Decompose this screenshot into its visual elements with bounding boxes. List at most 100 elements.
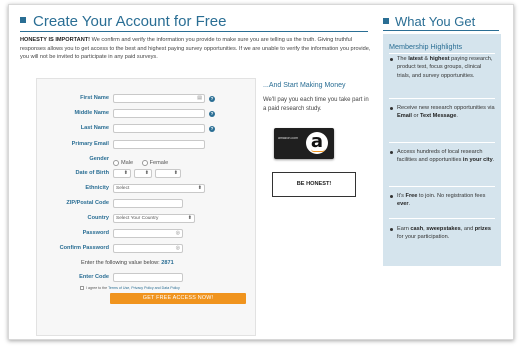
dob-day-select[interactable]: ⬍ — [134, 169, 152, 178]
sidebar-title-text: What You Get — [395, 14, 476, 29]
highlights-heading: Membership Highlights — [389, 42, 463, 51]
item-bold: Email — [397, 113, 412, 120]
separator — [389, 142, 495, 143]
page-title: Create Your Account for Free — [20, 13, 226, 30]
highlight-item: Receive new research opportunities via E… — [390, 104, 495, 121]
separator — [389, 53, 495, 54]
primary-email-input[interactable] — [113, 140, 205, 149]
last-name-label: Last Name — [80, 125, 109, 131]
separator — [389, 186, 495, 187]
item-text: . — [408, 201, 411, 208]
item-text: , and — [460, 226, 475, 232]
enter-code-input[interactable] — [113, 273, 183, 282]
separator — [389, 218, 495, 219]
page-title-text: Create Your Account for Free — [33, 13, 227, 30]
item-bold: sweepstakes — [426, 226, 461, 232]
square-bullet-icon — [20, 17, 26, 24]
item-text: . — [456, 113, 458, 120]
item-text: It's — [397, 193, 406, 199]
eye-icon[interactable]: ◎ — [176, 230, 180, 237]
item-bold: highest — [429, 56, 450, 62]
zip-label: ZIP/Postal Code — [66, 200, 109, 206]
ethnicity-value: Select — [116, 186, 130, 191]
separator — [389, 98, 495, 99]
amazon-smile-icon — [311, 149, 325, 152]
item-text: The — [397, 56, 409, 62]
first-name-input[interactable]: ▤ — [113, 94, 205, 103]
item-bold: latest — [408, 56, 423, 62]
password-input[interactable]: ◎ — [113, 229, 183, 238]
item-text: & — [422, 56, 430, 62]
primary-email-label: Primary Email — [71, 141, 109, 147]
highlight-item: The latest & highest paying research, pr… — [390, 55, 495, 80]
password-label: Password — [82, 230, 109, 236]
enter-code-label: Enter Code — [79, 274, 109, 280]
item-bold: in your city — [462, 157, 493, 164]
gender-label: Gender — [89, 156, 109, 162]
captcha-instruction-text: Enter the following value below: — [81, 260, 160, 266]
confirm-password-input[interactable]: ◎ — [113, 244, 183, 253]
title-divider — [20, 31, 368, 32]
square-bullet-icon — [383, 17, 389, 24]
promo-title: ...And Start Making Money — [263, 82, 346, 89]
highlight-item: Earn cash, sweepstakes, and prizes for y… — [390, 225, 495, 242]
item-text: Earn — [397, 226, 411, 232]
terms-checkbox[interactable] — [80, 286, 84, 291]
dob-year-select[interactable]: ⬍ — [155, 169, 181, 178]
item-text: . — [492, 157, 495, 164]
item-text: to join. No registration fees — [417, 193, 486, 199]
help-icon[interactable]: ? — [209, 96, 215, 102]
chevron-down-icon: ⬍ — [197, 185, 202, 191]
sidebar-divider — [383, 30, 499, 31]
middle-name-label: Middle Name — [74, 110, 109, 116]
chevron-down-icon: ⬍ — [144, 170, 149, 176]
item-text: or — [411, 113, 421, 120]
item-bold: Text Message — [420, 113, 457, 120]
gender-female-label: Female — [149, 159, 169, 166]
last-name-input[interactable] — [113, 124, 205, 133]
captcha-instruction: Enter the following value below: 2871 — [81, 260, 174, 266]
confirm-password-label: Confirm Password — [59, 245, 109, 251]
contact-card-icon: ▤ — [197, 95, 202, 101]
dob-label: Date of Birth — [75, 170, 109, 176]
gender-female-radio[interactable] — [141, 159, 148, 166]
country-label: Country — [87, 215, 109, 221]
terms-agreement: I agree to the Terms of Use, Privacy Pol… — [80, 286, 180, 291]
gender-male-radio[interactable] — [113, 159, 119, 166]
chevron-down-icon: ⬍ — [187, 215, 192, 221]
highlight-item: Access hundreds of local research facili… — [390, 148, 495, 165]
ethnicity-label: Ethnicity — [85, 185, 109, 191]
first-name-label: First Name — [80, 95, 109, 101]
captcha-code: 2871 — [161, 260, 174, 266]
item-bold: Free — [405, 193, 418, 199]
intro-bold: HONESTY IS IMPORTANT! — [20, 37, 91, 43]
be-honest-button[interactable]: BE HONEST! — [272, 172, 356, 197]
help-icon[interactable]: ? — [209, 111, 215, 117]
item-text: Receive new research opportunities via — [397, 105, 495, 111]
highlight-item: It's Free to join. No registration fees … — [390, 192, 495, 209]
membership-highlights-panel: Membership Highlights The latest & highe… — [383, 34, 501, 266]
amazon-gift-card-image: amazon.com a — [274, 128, 334, 159]
item-text: for your participation. — [397, 234, 450, 241]
dob-month-select[interactable]: ⬍ — [113, 169, 131, 178]
intro-paragraph: HONESTY IS IMPORTANT! We confirm and ver… — [20, 36, 372, 62]
ethnicity-select[interactable]: Select ⬍ — [113, 184, 205, 193]
middle-name-input[interactable] — [113, 109, 205, 118]
terms-links[interactable]: Terms of Use, Privacy Policy and Data Po… — [108, 286, 180, 290]
agree-prefix: I agree to the — [86, 286, 108, 290]
country-value: Select Your Country — [116, 216, 159, 221]
item-bold: cash — [410, 226, 424, 232]
chevron-down-icon: ⬍ — [123, 170, 128, 176]
chevron-down-icon: ⬍ — [173, 170, 178, 176]
help-icon[interactable]: ? — [209, 126, 215, 132]
gift-card-text: amazon.com — [278, 136, 299, 140]
item-bold: ever — [397, 201, 409, 208]
eye-icon[interactable]: ◎ — [176, 245, 180, 252]
zip-input[interactable] — [113, 199, 183, 208]
get-free-access-button[interactable]: GET FREE ACCESS NOW! — [110, 293, 246, 304]
item-bold: prizes — [474, 226, 491, 232]
sidebar-title: What You Get — [383, 14, 475, 29]
gender-male-label: Male — [121, 159, 134, 166]
promo-text: We'll pay you each time you take part in… — [263, 97, 369, 112]
country-select[interactable]: Select Your Country ⬍ — [113, 214, 195, 223]
